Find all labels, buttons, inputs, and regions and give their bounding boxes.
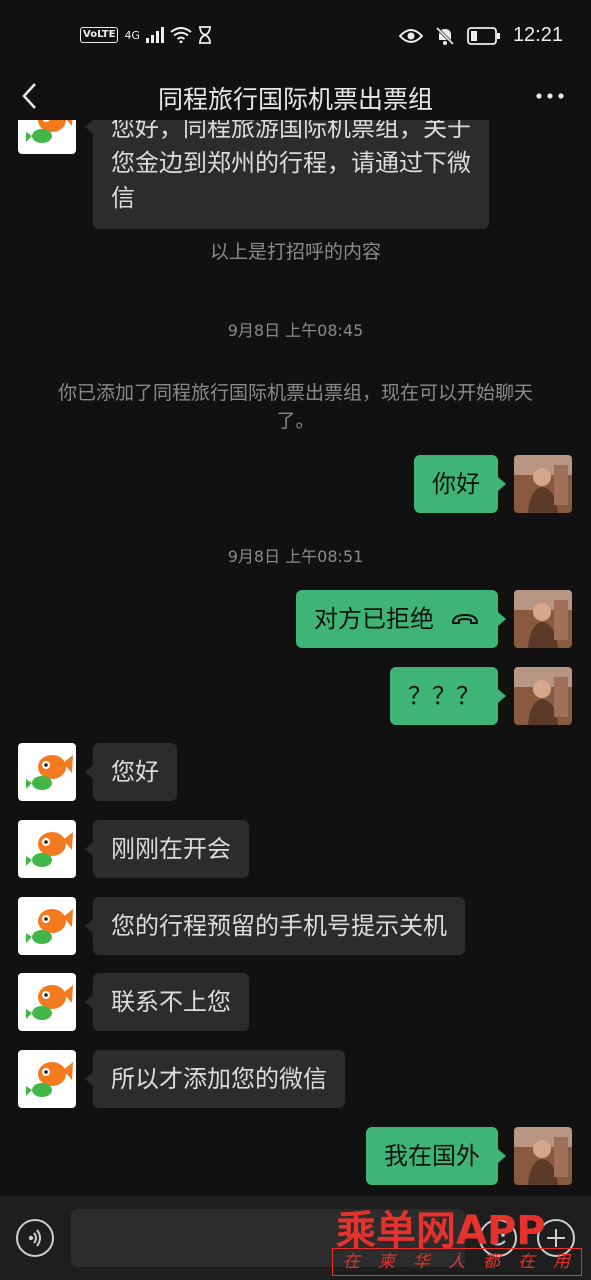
my-message: 我在国外 [366,1127,506,1185]
message-partial: 您好，同程旅游国际机票组，关于 您金边到郑州的行程，请通过下微 信 [85,120,489,229]
contact-message: 您好 [85,743,177,801]
contact-avatar[interactable] [18,820,76,878]
system-note-greeting: 以上是打招呼的内容 [209,241,381,263]
voice-button[interactable] [16,1219,54,1257]
volte-badge: VoLTE [80,27,119,43]
fish-logo-icon [26,755,73,790]
eye-icon [398,28,423,43]
contact-message: 联系不上您 [85,973,249,1031]
watermark-slogan: 在柬华人都在用 [332,1248,582,1276]
wifi-icon [170,27,192,43]
call-record-message[interactable]: 对方已拒绝 [296,590,506,648]
my-avatar[interactable] [514,455,572,513]
fish-logo-icon [26,832,73,867]
fish-logo-icon [26,120,73,143]
chat-messages[interactable]: 您好，同程旅游国际机票组，关于 您金边到郑州的行程，请通过下微 信 以上是打招呼… [0,120,591,1196]
voice-icon [28,1229,41,1247]
user-photo-icon [514,667,572,725]
hourglass-icon [198,26,211,44]
message-line: 信 [111,184,135,212]
signal-icon [145,27,164,43]
watermark: 乘单网APP 在柬华人都在用 [332,1198,584,1278]
message-line: 您好，同程旅游国际机票组，关于 [111,120,471,142]
fish-logo-icon [26,909,73,944]
my-message: 你好 [414,455,506,513]
clock: 12:21 [512,24,563,46]
contact-avatar[interactable] [18,1050,76,1108]
contact-message: 您的行程预留的手机号提示关机 [85,897,465,955]
fish-logo-icon [26,1062,73,1097]
user-photo-icon [514,590,572,648]
chat-header: 同程旅行国际机票出票组 [0,72,591,120]
mute-bell-icon [435,26,454,45]
more-dots-icon [536,93,564,99]
my-avatar[interactable] [514,1127,572,1185]
user-photo-icon [514,1127,572,1185]
contact-message: 刚刚在开会 [85,820,249,878]
system-note-added: 你已添加了同程旅行国际机票出票组，现在可以开始聊天了。 [57,382,533,432]
status-right: 12:21 [398,24,563,47]
my-avatar[interactable] [514,667,572,725]
call-status-text: 对方已拒绝 [314,605,434,633]
more-button[interactable] [535,86,565,106]
timestamp: 9月8日 上午08:45 [227,321,364,340]
contact-avatar[interactable] [18,973,76,1031]
battery-icon [467,26,500,45]
my-message: ？？？ [390,667,506,725]
message-line: 您金边到郑州的行程，请通过下微 [111,149,471,177]
timestamp: 9月8日 上午08:51 [227,547,364,566]
chat-title: 同程旅行国际机票出票组 [157,85,433,114]
my-avatar[interactable] [514,590,572,648]
network-label: 4G [124,28,140,42]
user-photo-icon [514,455,572,513]
contact-avatar[interactable] [18,897,76,955]
status-left: VoLTE 4G [80,26,212,44]
contact-message: 所以才添加您的微信 [85,1050,345,1108]
status-bar: VoLTE 4G 12:21 [0,0,591,72]
fish-logo-icon [26,985,73,1020]
contact-avatar[interactable] [18,743,76,801]
contact-avatar[interactable] [18,120,76,154]
call-end-icon [451,613,479,624]
